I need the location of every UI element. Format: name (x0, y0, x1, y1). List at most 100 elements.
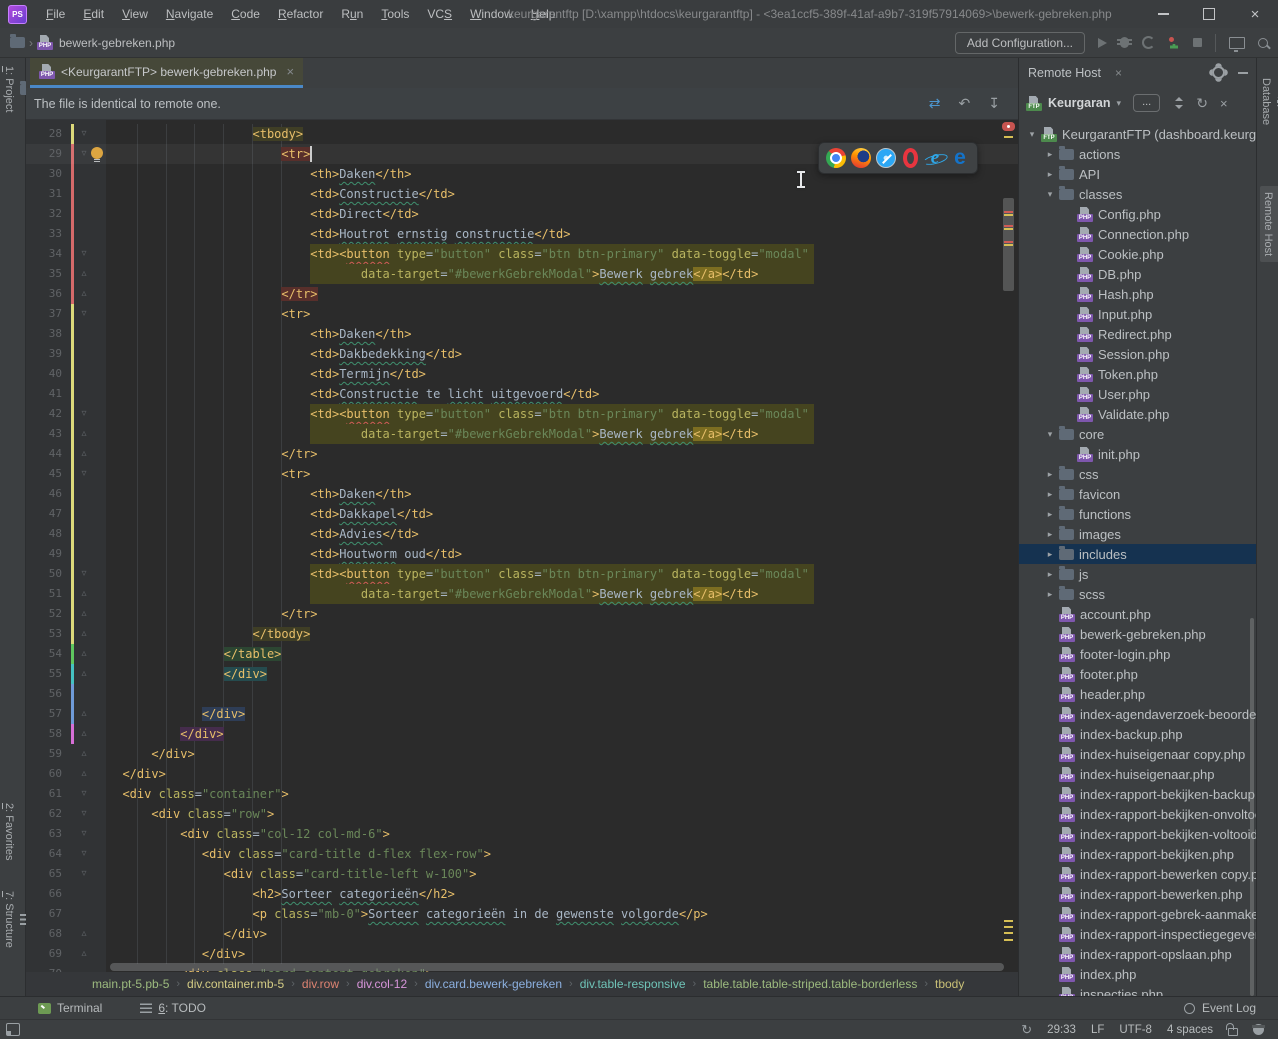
screencast-icon[interactable] (1229, 37, 1245, 49)
highlighting-level-icon[interactable] (1253, 1024, 1264, 1035)
tool-tab-database[interactable]: Database (1260, 78, 1278, 125)
code-line-58[interactable]: 58▵ </div> (26, 724, 1018, 744)
tree-item-input-php[interactable]: Input.php (1019, 304, 1256, 324)
code-line-51[interactable]: 51▵ data-target="#bewerkGebrekModal">Bew… (26, 584, 1018, 604)
code-line-38[interactable]: 38 <th>Daken</th> (26, 324, 1018, 344)
error-mark[interactable] (1004, 225, 1013, 227)
download-remote-icon[interactable]: ↧ (988, 95, 1000, 112)
opera-browser-icon[interactable] (903, 148, 918, 168)
code-line-66[interactable]: 66 <h2>Sorteer categorieën</h2> (26, 884, 1018, 904)
tab-bewerk-gebreken[interactable]: <KeurgarantFTP> bewerk-gebreken.php × (30, 58, 303, 88)
tree-item-index-rapport-bekijken-onvoltooid[interactable]: index-rapport-bekijken-onvoltooid (1019, 804, 1256, 824)
breadcrumb-item[interactable]: div.table-responsive (580, 977, 686, 991)
expand-arrow-icon[interactable]: ▸ (1041, 589, 1059, 600)
tree-item-index-huiseigenaar-php[interactable]: index-huiseigenaar.php (1019, 764, 1256, 784)
fold-marker[interactable]: ▿ (78, 144, 90, 164)
warning-mark[interactable] (1004, 214, 1013, 216)
tree-item-header-php[interactable]: header.php (1019, 684, 1256, 704)
tree-item-actions[interactable]: ▸actions (1019, 144, 1256, 164)
code-line-68[interactable]: 68▵ </div> (26, 924, 1018, 944)
fold-marker[interactable]: ▵ (78, 724, 90, 744)
fold-marker[interactable]: ▿ (78, 864, 90, 884)
menu-tools[interactable]: Tools (372, 7, 418, 21)
tree-item-index-rapport-bewerken-copy-php[interactable]: index-rapport-bewerken copy.php (1019, 864, 1256, 884)
code-line-34[interactable]: 34▿ <td><button type="button" class="btn… (26, 244, 1018, 264)
tree-item-redirect-php[interactable]: Redirect.php (1019, 324, 1256, 344)
tree-item-index-huiseigenaar-copy-php[interactable]: index-huiseigenaar copy.php (1019, 744, 1256, 764)
fold-marker[interactable]: ▵ (78, 264, 90, 284)
warning-mark[interactable] (1004, 920, 1013, 922)
fold-marker[interactable]: ▿ (78, 304, 90, 324)
expand-arrow-icon[interactable]: ▾ (1041, 429, 1059, 440)
fold-marker[interactable]: ▵ (78, 444, 90, 464)
fold-marker[interactable]: ▿ (78, 824, 90, 844)
fold-marker[interactable]: ▵ (78, 764, 90, 784)
close-button[interactable]: × (1232, 0, 1278, 28)
expand-arrow-icon[interactable]: ▸ (1041, 549, 1059, 560)
tree-item-cookie-php[interactable]: Cookie.php (1019, 244, 1256, 264)
tree-item-validate-php[interactable]: Validate.php (1019, 404, 1256, 424)
tree-item-footer-php[interactable]: footer.php (1019, 664, 1256, 684)
chevron-down-icon[interactable]: ▾ (1117, 98, 1122, 109)
code-line-31[interactable]: 31 <td>Constructie</td> (26, 184, 1018, 204)
warning-mark[interactable] (1004, 228, 1013, 230)
fold-marker[interactable]: ▵ (78, 424, 90, 444)
code-line-60[interactable]: 60▵ </div> (26, 764, 1018, 784)
menu-vcs[interactable]: VCS (418, 7, 461, 21)
panel-close-icon[interactable]: × (1115, 66, 1122, 80)
chrome-browser-icon[interactable] (826, 148, 846, 168)
terminal-button[interactable]: Terminal (38, 1001, 102, 1015)
menu-refactor[interactable]: Refactor (269, 7, 332, 21)
code-line-64[interactable]: 64▿ <div class="card-title d-flex flex-r… (26, 844, 1018, 864)
indent-setting[interactable]: 4 spaces (1167, 1024, 1213, 1036)
tree-item-includes[interactable]: ▸includes (1019, 544, 1256, 564)
menu-run[interactable]: Run (332, 7, 372, 21)
tree-item-index-agendaverzoek-beoordeel-p[interactable]: index-agendaverzoek-beoordeel.p (1019, 704, 1256, 724)
expand-arrow-icon[interactable]: ▸ (1041, 569, 1059, 580)
warning-mark[interactable] (1004, 136, 1013, 138)
background-tasks-icon[interactable]: ↻ (1021, 1022, 1032, 1038)
tree-item-core[interactable]: ▾core (1019, 424, 1256, 444)
menu-view[interactable]: View (113, 7, 157, 21)
fold-marker[interactable]: ▵ (78, 924, 90, 944)
rollback-icon[interactable]: ↶ (959, 95, 971, 112)
hide-panel-icon[interactable] (1238, 72, 1248, 74)
cancel-icon[interactable]: × (1220, 96, 1228, 111)
tree-item-classes[interactable]: ▾classes (1019, 184, 1256, 204)
warning-mark[interactable] (1004, 932, 1013, 934)
tree-item-footer-login-php[interactable]: footer-login.php (1019, 644, 1256, 664)
expand-arrow-icon[interactable]: ▸ (1041, 509, 1059, 520)
fold-marker[interactable]: ▵ (78, 644, 90, 664)
expand-arrow-icon[interactable]: ▾ (1023, 129, 1041, 140)
code-line-45[interactable]: 45▿ <tr> (26, 464, 1018, 484)
tree-item-db-php[interactable]: DB.php (1019, 264, 1256, 284)
fold-marker[interactable]: ▵ (78, 704, 90, 724)
fold-marker[interactable]: ▿ (78, 244, 90, 264)
code-line-36[interactable]: 36▵ </tr> (26, 284, 1018, 304)
code-line-54[interactable]: 54▵ </table> (26, 644, 1018, 664)
warning-mark[interactable] (1004, 939, 1013, 941)
safari-browser-icon[interactable] (876, 148, 896, 168)
code-line-52[interactable]: 52▵ </tr> (26, 604, 1018, 624)
code-line-35[interactable]: 35▵ data-target="#bewerkGebrekModal">Bew… (26, 264, 1018, 284)
tree-item-index-rapport-gebrek-aanmaken-p[interactable]: index-rapport-gebrek-aanmaken.p (1019, 904, 1256, 924)
code-line-53[interactable]: 53▵ </tbody> (26, 624, 1018, 644)
tool-tab-remote-host[interactable]: Remote Host (1260, 186, 1278, 262)
error-mark[interactable] (1004, 241, 1013, 243)
tree-item-js[interactable]: ▸js (1019, 564, 1256, 584)
inspection-error-badge[interactable] (1002, 122, 1015, 131)
tree-item-hash-php[interactable]: Hash.php (1019, 284, 1256, 304)
code-line-59[interactable]: 59▵ </div> (26, 744, 1018, 764)
run-icon[interactable] (1098, 38, 1107, 48)
gear-icon[interactable] (1212, 66, 1225, 79)
code-line-50[interactable]: 50▿ <td><button type="button" class="btn… (26, 564, 1018, 584)
tree-item-keurgarantftp-dashboard-keurgarant[interactable]: ▾KeurgarantFTP (dashboard.keurgarant (1019, 124, 1256, 144)
tree-item-api[interactable]: ▸API (1019, 164, 1256, 184)
expand-arrow-icon[interactable]: ▾ (1041, 189, 1059, 200)
navbar-file[interactable]: bewerk-gebreken.php (59, 36, 175, 50)
firefox-browser-icon[interactable] (851, 148, 871, 168)
ie-browser-icon[interactable]: e (925, 148, 945, 168)
fold-marker[interactable]: ▵ (78, 584, 90, 604)
tree-item-connection-php[interactable]: Connection.php (1019, 224, 1256, 244)
code-line-47[interactable]: 47 <td>Dakkapel</td> (26, 504, 1018, 524)
